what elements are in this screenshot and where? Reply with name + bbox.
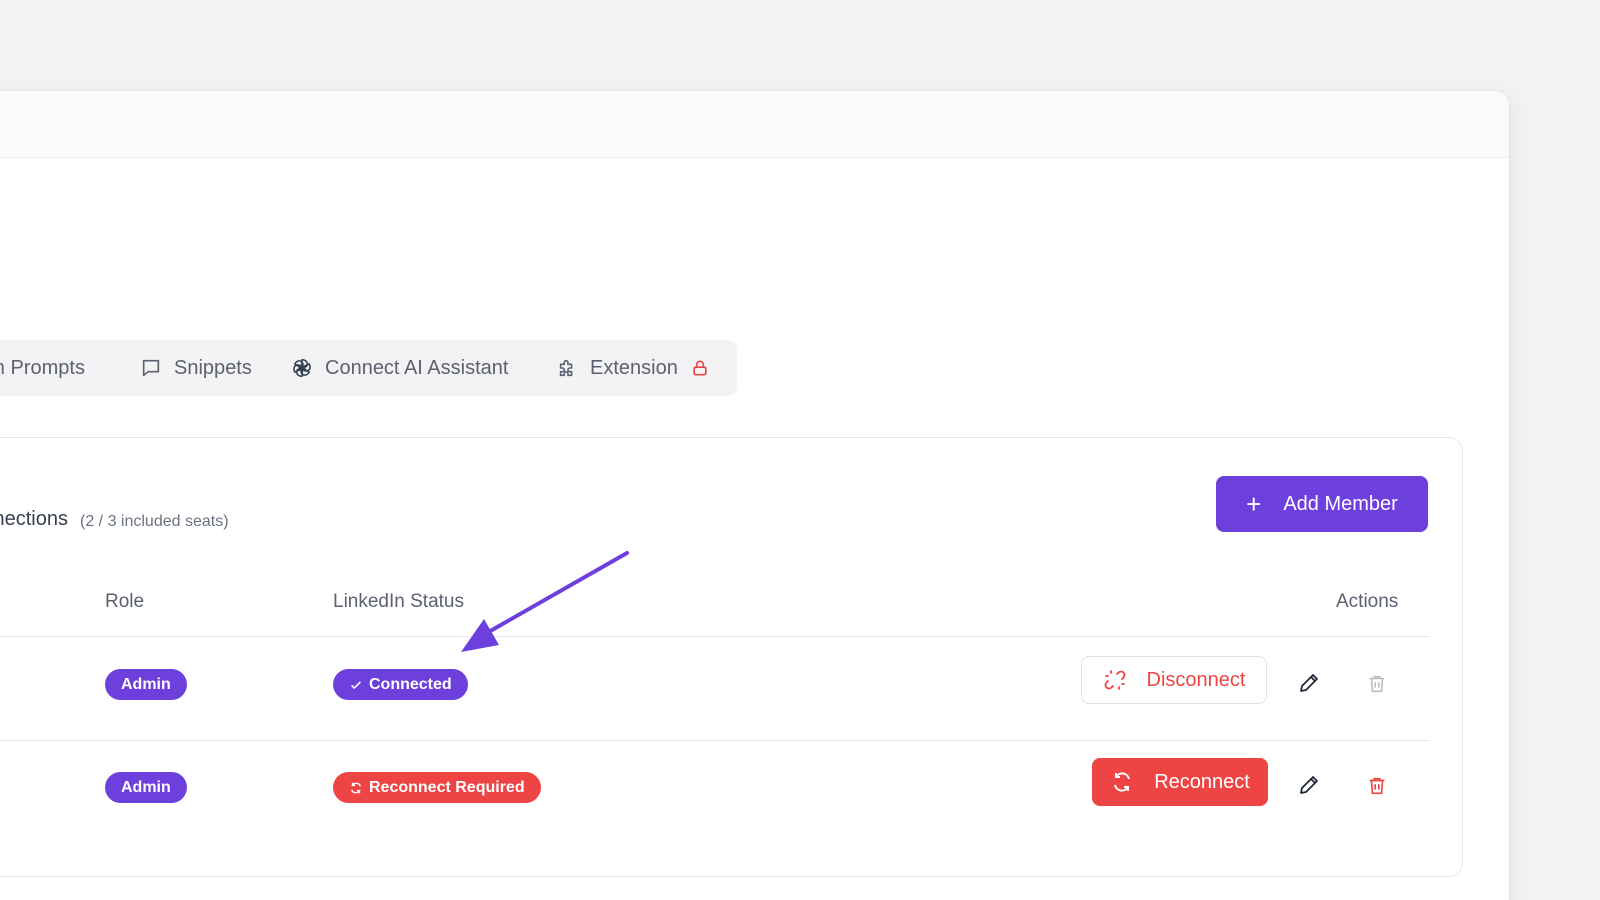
status-badge-reconnect-required: Reconnect Required	[333, 772, 541, 803]
delete-member-button-disabled[interactable]	[1363, 670, 1391, 698]
refresh-icon	[350, 782, 362, 793]
chat-bubble-icon	[142, 359, 160, 377]
tab-connect-ai-assistant[interactable]: Connect AI Assistant	[291, 348, 508, 388]
row-divider	[0, 740, 1429, 741]
pencil-icon	[1300, 674, 1318, 692]
column-header-role: Role	[105, 591, 145, 612]
seats-count: (2 / 3 included seats)	[80, 513, 229, 530]
tab-label-snippets: Snippets	[174, 356, 252, 379]
tab-extension[interactable]: Extension	[556, 348, 710, 388]
window-header	[0, 91, 1509, 158]
refresh-icon	[1114, 772, 1131, 792]
section-title: Connections	[0, 508, 68, 530]
add-member-label: Add Member	[1283, 492, 1398, 515]
delete-member-button[interactable]	[1363, 772, 1391, 800]
tab-label-extension: Extension	[590, 356, 678, 379]
trash-icon	[1369, 675, 1385, 693]
status-badge-connected: Connected	[333, 669, 468, 700]
members-card: Connections (2 / 3 included seats) + Add…	[0, 437, 1463, 877]
status-label: Reconnect Required	[369, 778, 525, 796]
check-icon	[351, 680, 361, 689]
add-member-button[interactable]: + Add Member	[1216, 476, 1428, 532]
tab-snippets[interactable]: Snippets	[140, 348, 252, 388]
lock-icon	[693, 360, 707, 376]
edit-member-button[interactable]	[1295, 771, 1323, 799]
plus-icon: +	[1246, 489, 1262, 519]
edit-member-button[interactable]	[1295, 669, 1323, 697]
tab-label-custom-prompts: Custom Prompts	[0, 356, 85, 379]
column-header-linkedin-status: LinkedIn Status	[333, 591, 464, 612]
role-badge: Admin	[105, 669, 187, 700]
tab-label-connect-ai: Connect AI Assistant	[325, 356, 509, 379]
header-divider	[0, 636, 1429, 637]
role-badge: Admin	[105, 772, 187, 803]
column-header-actions: Actions	[1336, 591, 1399, 612]
pencil-icon	[1300, 776, 1318, 794]
puzzle-icon	[559, 359, 573, 377]
settings-tabs: Custom Prompts Snippets Connect AI Assis…	[0, 340, 737, 396]
reconnect-label: Reconnect	[1154, 770, 1250, 793]
trash-icon	[1369, 777, 1385, 795]
disconnect-label: Disconnect	[1146, 668, 1246, 691]
openai-icon	[293, 358, 311, 378]
status-label: Connected	[369, 675, 452, 693]
broken-link-icon	[1104, 670, 1125, 690]
disconnect-button[interactable]: Disconnect	[1081, 656, 1267, 704]
reconnect-button[interactable]: Reconnect	[1092, 758, 1268, 806]
tab-custom-prompts[interactable]: Custom Prompts	[0, 348, 85, 388]
